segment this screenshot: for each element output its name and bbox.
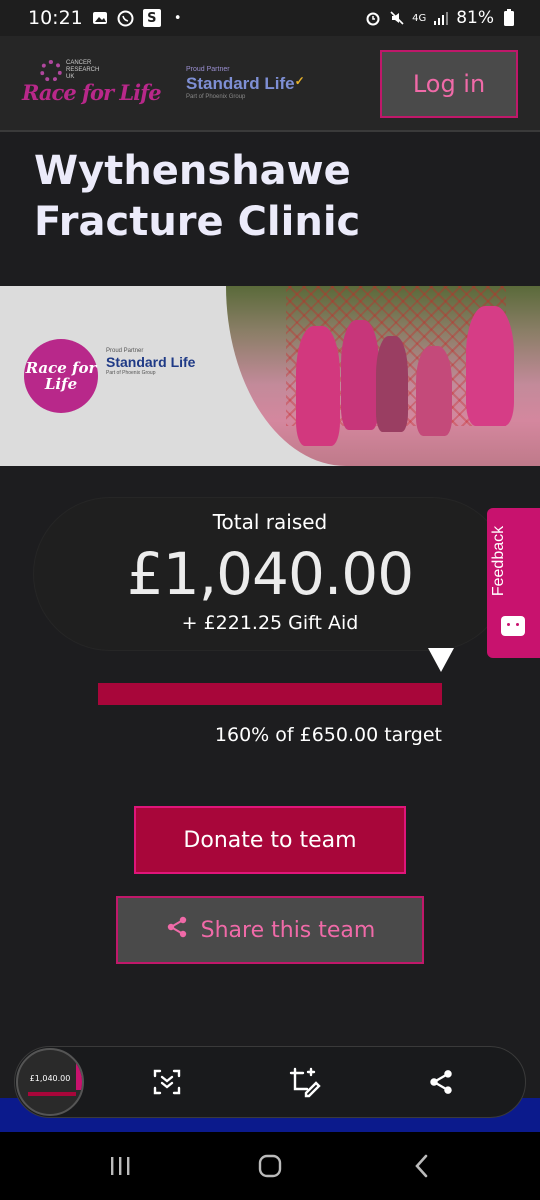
cancer-research-logo-mark bbox=[40, 60, 62, 82]
page-title: Wythenshawe Fracture Clinic bbox=[34, 148, 361, 245]
network-type: 4G bbox=[412, 12, 427, 24]
brand-name: Race for Life bbox=[22, 80, 162, 105]
feedback-label: Feedback bbox=[490, 525, 507, 597]
alarm-icon bbox=[364, 9, 382, 27]
crop-edit-icon[interactable] bbox=[284, 1062, 324, 1102]
partner-tick-icon: ✓ bbox=[294, 74, 305, 88]
share-team-button[interactable]: Share this team bbox=[116, 896, 424, 964]
target-text: 160% of £650.00 target bbox=[214, 724, 442, 746]
thumbnail-amount: £1,040.00 bbox=[29, 1074, 71, 1083]
battery-icon bbox=[500, 9, 518, 27]
gift-aid-amount: + £221.25 Gift Aid bbox=[181, 612, 359, 634]
partner-name-wrap: Standard Life✓ bbox=[186, 74, 305, 94]
runner-shape bbox=[341, 320, 379, 430]
banner-partner-sub: Part of Phoenix Group bbox=[106, 370, 156, 376]
thumbnail-progress bbox=[28, 1092, 76, 1096]
partner-logo: Proud Partner Standard Life✓ Part of Pho… bbox=[186, 66, 305, 100]
charity-name: CANCER RESEARCH UK bbox=[66, 60, 100, 80]
feedback-tab[interactable]: Feedback bbox=[487, 508, 540, 658]
feedback-face-icon bbox=[501, 616, 525, 636]
battery-level: 81% bbox=[456, 8, 494, 28]
login-button[interactable]: Log in bbox=[380, 50, 518, 118]
donate-to-team-button[interactable]: Donate to team bbox=[134, 806, 406, 874]
share-icon bbox=[165, 915, 189, 945]
total-raised-label: Total raised bbox=[212, 510, 328, 534]
total-raised-amount: £1,040.00 bbox=[126, 540, 414, 608]
s-app-icon: S bbox=[142, 9, 161, 27]
recent-apps-icon[interactable] bbox=[100, 1150, 140, 1182]
mute-icon bbox=[388, 9, 406, 27]
team-banner: Race for Life Proud Partner Standard Lif… bbox=[0, 286, 540, 466]
race-for-life-logo[interactable]: CANCER RESEARCH UK Race for Life bbox=[22, 58, 162, 114]
banner-brand: Race for Life bbox=[25, 359, 97, 393]
banner-photo bbox=[226, 286, 540, 466]
gallery-icon bbox=[91, 9, 109, 27]
banner-partner-name: Standard Life bbox=[106, 354, 196, 370]
progress-bar bbox=[98, 683, 442, 705]
scroll-capture-icon[interactable] bbox=[147, 1062, 187, 1102]
screenshot-thumbnail[interactable]: £1,040.00 bbox=[16, 1048, 84, 1116]
runner-shape bbox=[376, 336, 408, 432]
signal-icon bbox=[432, 9, 450, 27]
banner-race-for-life-logo: Race for Life bbox=[24, 339, 98, 413]
home-icon[interactable] bbox=[250, 1150, 290, 1182]
partner-label: Proud Partner bbox=[186, 66, 230, 73]
screenshot-share-icon[interactable] bbox=[421, 1062, 461, 1102]
progress-fill bbox=[98, 683, 442, 705]
back-icon[interactable] bbox=[402, 1150, 442, 1182]
share-team-label: Share this team bbox=[200, 917, 376, 943]
runner-shape bbox=[296, 326, 340, 446]
whatsapp-icon bbox=[117, 9, 135, 27]
banner-partner-logo: Proud Partner Standard Life Part of Phoe… bbox=[106, 348, 195, 376]
site-header: CANCER RESEARCH UK Race for Life Proud P… bbox=[0, 36, 540, 132]
runner-shape bbox=[466, 306, 514, 426]
partner-sub: Part of Phoenix Group bbox=[186, 94, 246, 100]
target-marker-icon bbox=[428, 648, 454, 672]
dot-icon: • bbox=[173, 10, 182, 26]
partner-name: Standard Life bbox=[186, 74, 295, 93]
runner-shape bbox=[416, 346, 452, 436]
system-nav-bar bbox=[0, 1132, 540, 1200]
status-bar: 10:21 S • 4G 81% bbox=[0, 0, 540, 36]
clock: 10:21 bbox=[28, 7, 83, 29]
